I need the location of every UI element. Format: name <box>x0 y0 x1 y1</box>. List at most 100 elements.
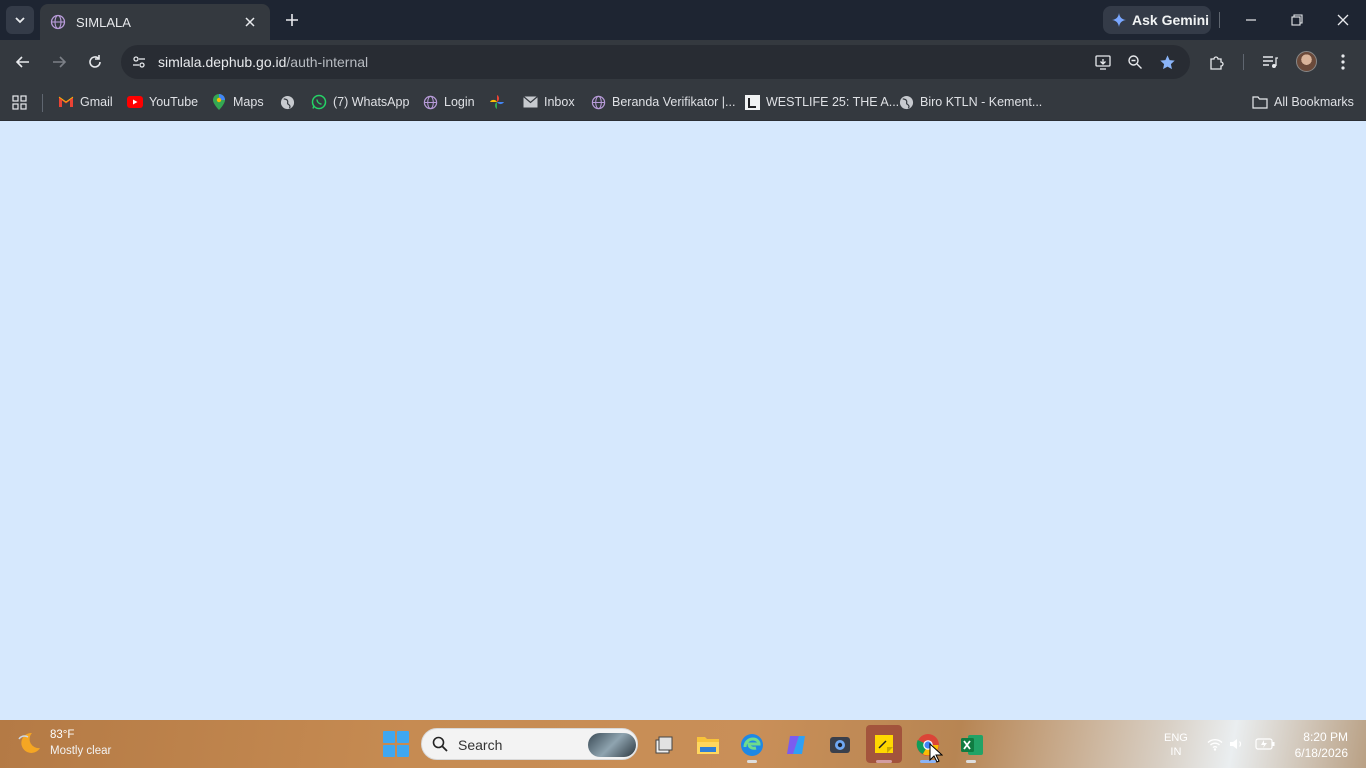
folder-icon <box>697 737 719 754</box>
maps-icon <box>211 94 227 110</box>
tab-strip: SIMLALA Ask Gemini <box>0 0 1366 40</box>
bookmark-label: WESTLIFE 25: THE A... <box>766 95 900 109</box>
url-path: /auth-internal <box>286 54 369 70</box>
search-highlight-image <box>588 733 636 757</box>
forward-arrow-icon <box>53 56 67 68</box>
bookmarks-bar: Gmail YouTube Maps (7) WhatsApp Login In… <box>0 84 1366 121</box>
zoom-button[interactable] <box>1123 50 1147 74</box>
tab-title: SIMLALA <box>76 14 131 30</box>
minimize-button[interactable] <box>1229 6 1273 34</box>
bookmark-pinwheel[interactable] <box>489 91 511 113</box>
task-view-icon <box>655 736 673 754</box>
apps-grid-icon <box>11 94 27 110</box>
restore-icon <box>1291 14 1303 26</box>
url-text[interactable]: simlala.dephub.go.id/auth-internal <box>158 54 368 70</box>
bookmark-gmail[interactable]: Gmail <box>58 91 113 113</box>
task-view-button[interactable] <box>647 728 681 762</box>
bookmark-inbox[interactable]: Inbox <box>522 91 575 113</box>
globe-icon <box>898 94 914 110</box>
back-arrow-icon <box>15 56 29 68</box>
weather-moon-icon[interactable] <box>16 729 44 757</box>
running-indicator <box>966 760 976 763</box>
taskbar-search[interactable]: Search <box>421 728 638 760</box>
bookmark-label: Inbox <box>544 95 575 109</box>
file-explorer-button[interactable] <box>691 728 725 762</box>
address-bar[interactable]: simlala.dephub.go.id/auth-internal <box>121 45 1190 79</box>
media-queue-icon <box>1263 56 1278 68</box>
close-icon <box>1337 14 1349 26</box>
keyboard-region: IN <box>1170 746 1182 758</box>
battery-icon[interactable] <box>1254 736 1276 752</box>
apps-button[interactable] <box>11 91 33 113</box>
windows-logo-tile <box>397 745 409 757</box>
profile-avatar[interactable] <box>1296 51 1317 72</box>
media-controls-button[interactable] <box>1258 50 1282 74</box>
camera-button[interactable] <box>823 728 857 762</box>
reload-button[interactable] <box>81 48 109 76</box>
windows-logo-tile <box>383 745 395 757</box>
restore-button[interactable] <box>1275 6 1319 34</box>
new-tab-button[interactable] <box>280 8 304 32</box>
divider <box>1243 54 1244 70</box>
running-indicator <box>747 760 757 763</box>
bookmark-biro-ktln[interactable]: Biro KTLN - Kement... <box>898 91 1042 113</box>
puzzle-icon <box>1210 56 1224 70</box>
bookmark-globe[interactable] <box>279 91 301 113</box>
taskbar <box>0 720 1366 768</box>
copilot-button[interactable] <box>779 728 813 762</box>
bookmark-label: Beranda Verifikator |... <box>612 95 736 109</box>
gemini-sparkle-icon <box>1112 13 1126 27</box>
forward-button[interactable] <box>45 48 73 76</box>
extensions-button[interactable] <box>1205 50 1229 74</box>
back-button[interactable] <box>9 48 37 76</box>
system-clock[interactable]: 8:20 PM 6/18/2026 <box>1280 729 1348 761</box>
bookmark-westlife[interactable]: WESTLIFE 25: THE A... <box>744 91 899 113</box>
ask-gemini-button[interactable]: Ask Gemini <box>1103 6 1211 34</box>
bookmark-label: Gmail <box>80 95 113 109</box>
bookmark-whatsapp[interactable]: (7) WhatsApp <box>311 91 409 113</box>
plus-icon <box>286 14 298 26</box>
site-info-button[interactable] <box>127 50 151 74</box>
divider <box>42 94 43 112</box>
bookmark-maps[interactable]: Maps <box>211 91 264 113</box>
bookmark-star-button[interactable] <box>1155 50 1179 74</box>
weather-description[interactable]: Mostly clear <box>50 745 111 757</box>
tab-simlala[interactable]: SIMLALA <box>40 4 270 40</box>
install-app-button[interactable] <box>1091 50 1115 74</box>
bookmark-label: Biro KTLN - Kement... <box>920 95 1043 109</box>
ask-gemini-label: Ask Gemini <box>1132 12 1210 28</box>
start-button[interactable] <box>383 731 409 757</box>
edge-button[interactable] <box>735 728 769 762</box>
whatsapp-icon <box>311 94 327 110</box>
sticky-notes-button[interactable] <box>866 725 902 763</box>
reload-icon <box>89 55 101 68</box>
mail-icon <box>522 94 538 110</box>
install-app-icon <box>1095 55 1111 70</box>
kebab-menu-icon <box>1341 54 1345 70</box>
folder-icon <box>1252 94 1268 110</box>
pinwheel-icon <box>489 94 505 110</box>
minimize-icon <box>1246 19 1256 21</box>
volume-icon[interactable] <box>1228 736 1246 752</box>
clock-date: 6/18/2026 <box>1294 746 1348 760</box>
excel-button[interactable] <box>955 728 989 762</box>
all-bookmarks-button[interactable]: All Bookmarks <box>1252 91 1354 113</box>
weather-temperature[interactable]: 83°F <box>50 729 74 741</box>
bookmark-label: YouTube <box>149 95 199 109</box>
search-label: Search <box>458 737 503 753</box>
menu-button[interactable] <box>1331 50 1355 74</box>
bookmark-login[interactable]: Login <box>422 91 475 113</box>
close-window-button[interactable] <box>1321 6 1365 34</box>
bookmark-youtube[interactable]: YouTube <box>127 91 198 113</box>
globe-favicon-icon <box>50 14 66 30</box>
close-tab-icon[interactable] <box>240 12 260 32</box>
wifi-icon[interactable] <box>1206 736 1224 752</box>
edge-icon <box>741 734 763 756</box>
windows-logo-tile <box>397 731 409 743</box>
language-indicator[interactable]: ENG IN <box>1164 731 1188 759</box>
tab-search-button[interactable] <box>6 6 34 34</box>
gmail-icon <box>58 94 74 110</box>
bookmark-beranda-verifikator[interactable]: Beranda Verifikator |... <box>590 91 735 113</box>
page-content <box>0 121 1366 720</box>
tune-icon <box>133 56 145 68</box>
